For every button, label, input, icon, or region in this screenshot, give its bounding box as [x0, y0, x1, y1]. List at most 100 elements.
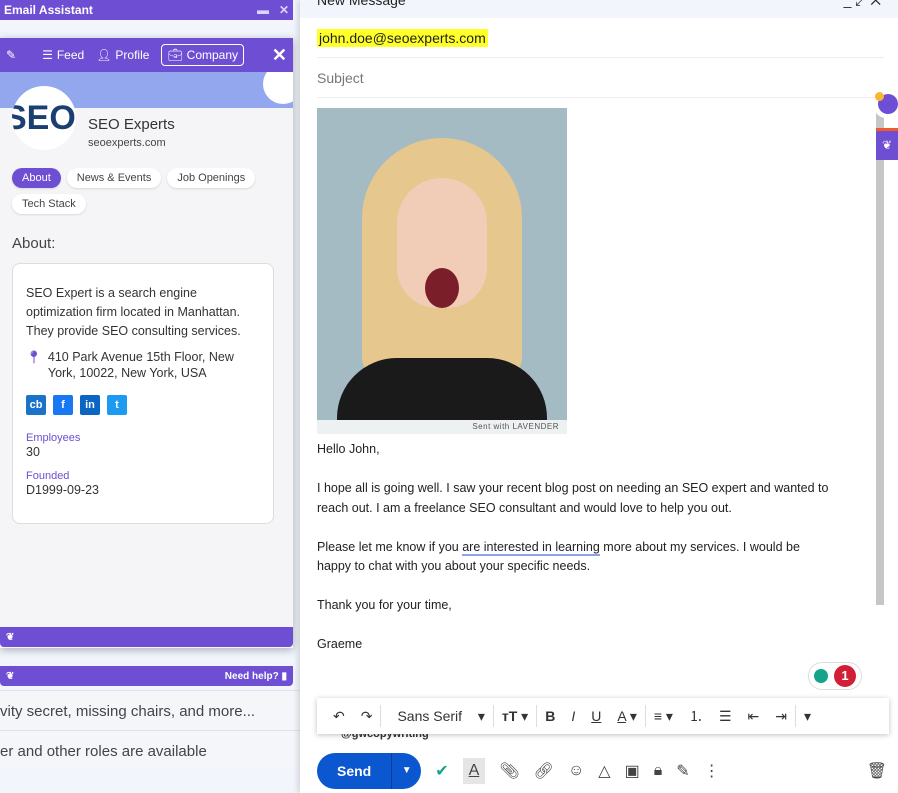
- font-label: Sans Serif: [397, 707, 463, 724]
- inbox-list: vity secret, missing chairs, and more...…: [0, 690, 300, 770]
- employees-value: 30: [26, 445, 40, 459]
- lavender-check-icon[interactable]: ✔: [435, 761, 448, 781]
- nav-profile-label: Profile: [115, 48, 150, 62]
- more-formatting-icon[interactable]: ▾: [796, 708, 819, 725]
- facebook-icon[interactable]: f: [53, 395, 73, 415]
- inbox-row[interactable]: er and other roles are available: [0, 730, 300, 770]
- underline-icon[interactable]: U: [583, 708, 609, 724]
- tab-news-events[interactable]: News & Events: [66, 168, 162, 188]
- confidential-lock-icon[interactable]: 🔒︎: [654, 762, 663, 780]
- lavender-side-icon[interactable]: ❦: [876, 128, 898, 160]
- bold-icon[interactable]: B: [537, 708, 563, 724]
- to-field[interactable]: john.doe@seoexperts.com: [317, 18, 884, 58]
- feed-icon: ☰: [42, 48, 53, 62]
- bulb-icon: [814, 669, 828, 683]
- lavender-logo-icon: ❦: [6, 631, 15, 643]
- company-domain[interactable]: seoexperts.com: [88, 137, 175, 149]
- contact-widget-icon[interactable]: [874, 92, 898, 118]
- twitter-icon[interactable]: t: [107, 395, 127, 415]
- drive-icon[interactable]: △: [598, 761, 610, 781]
- company-address: 410 Park Avenue 15th Floor, New York, 10…: [47, 350, 234, 380]
- assistant-title: Email Assistant: [4, 3, 93, 17]
- redo-icon[interactable]: ↷: [353, 708, 381, 725]
- briefcase-icon: 💼︎: [167, 48, 183, 62]
- grammarly-count: 1: [834, 665, 856, 687]
- text-color-icon[interactable]: A ▾: [609, 708, 645, 725]
- trash-icon[interactable]: 🗑︎: [867, 761, 887, 781]
- tab-tech-stack[interactable]: Tech Stack: [12, 194, 86, 214]
- send-button[interactable]: Send ▼: [317, 753, 422, 789]
- body-greeting: Hello John,: [317, 442, 380, 456]
- assistant-help-bar[interactable]: ❦ Need help? ▮: [0, 666, 293, 686]
- more-options-icon[interactable]: ⋮: [704, 761, 720, 781]
- compose-window: New Message _ ⤢ ✕ john.doe@seoexperts.com…: [300, 0, 898, 793]
- compose-header: New Message _ ⤢ ✕: [300, 0, 898, 18]
- linkedin-icon[interactable]: in: [80, 395, 100, 415]
- font-select[interactable]: Sans Serif ▾: [381, 708, 492, 725]
- attach-icon[interactable]: 📎︎: [499, 761, 519, 781]
- founded-value: D1999-09-23: [26, 483, 99, 497]
- undo-icon[interactable]: ↶: [325, 708, 353, 725]
- need-help-link[interactable]: Need help?: [225, 671, 279, 682]
- nav-company[interactable]: 💼︎ Company: [161, 44, 245, 66]
- lavender-logo-icon: ❦: [6, 670, 15, 682]
- close-icon[interactable]: ✕: [279, 3, 289, 17]
- assistant-titlebar: Email Assistant ▬ ✕: [0, 0, 293, 20]
- italic-icon[interactable]: I: [563, 708, 583, 724]
- indent-more-icon[interactable]: ⇥: [767, 708, 795, 725]
- compose-actions: Send ▼ ✔ A 📎︎ 🔗︎ ☺ △ ▣ 🔒︎ ✎ ⋮ 🗑︎: [317, 753, 887, 789]
- send-options-icon[interactable]: ▼: [391, 753, 421, 789]
- subject-input[interactable]: Subject: [317, 58, 884, 98]
- assistant-footer: ❦: [0, 627, 293, 647]
- bulleted-list-icon[interactable]: ☰: [711, 708, 740, 725]
- font-size-icon[interactable]: тT ▾: [494, 708, 536, 725]
- about-card: SEO Expert is a search engine optimizati…: [12, 263, 274, 524]
- person-icon: 👤︎: [96, 48, 112, 62]
- body-signature: Graeme: [317, 637, 363, 651]
- grammarly-widget[interactable]: 1: [808, 662, 862, 690]
- tab-job-openings[interactable]: Job Openings: [167, 168, 256, 188]
- indent-less-icon[interactable]: ⇤: [740, 708, 768, 725]
- nav-profile[interactable]: 👤︎ Profile: [96, 48, 149, 62]
- signature-pen-icon[interactable]: ✎: [676, 761, 689, 781]
- embedded-photo: Sent with LAVENDER: [317, 108, 567, 434]
- compose-title: New Message: [317, 0, 406, 8]
- body-paragraph: I hope all is going well. I saw your rec…: [317, 481, 829, 515]
- minimize-icon[interactable]: ▬: [257, 3, 269, 17]
- message-body[interactable]: Hello John, I hope all is going well. I …: [317, 440, 837, 674]
- company-description: SEO Expert is a search engine optimizati…: [26, 286, 241, 338]
- link-icon[interactable]: 🔗︎: [534, 761, 554, 781]
- close-panel-icon[interactable]: ✕: [272, 45, 287, 66]
- align-icon[interactable]: ≡ ▾: [646, 708, 681, 725]
- formatting-toggle-icon[interactable]: A: [462, 758, 486, 784]
- emoji-icon[interactable]: ☺: [568, 762, 584, 780]
- edit-icon[interactable]: ✎: [6, 48, 16, 62]
- window-controls-icon[interactable]: _ ⤢ ✕: [844, 0, 881, 18]
- nav-feed-label: Feed: [56, 48, 85, 62]
- assistant-nav: ✎ ☰ Feed 👤︎ Profile 💼︎ Company ✕: [0, 38, 293, 72]
- body-closing: Thank you for your time,: [317, 598, 452, 612]
- recipient[interactable]: john.doe@seoexperts.com: [317, 28, 488, 47]
- assistant-panel: ✎ ☰Feed 👤︎Profile 💼︎Company ✕ SEO E SEO …: [0, 38, 293, 648]
- company-name: SEO Experts: [88, 116, 175, 133]
- formatting-toolbar: ↶ ↷ Sans Serif ▾ тT ▾ B I U A ▾ ≡ ▾ ⒈ ☰ …: [317, 698, 889, 734]
- nav-feed[interactable]: ☰ Feed: [42, 48, 84, 62]
- inbox-row[interactable]: vity secret, missing chairs, and more...: [0, 690, 300, 730]
- photo-icon[interactable]: ▣: [625, 761, 640, 781]
- email-assistant: Email Assistant ▬ ✕ ✎ ☰ Feed 👤︎ Profile 💼︎ C…: [0, 0, 293, 690]
- company-logo: SEO E: [12, 86, 76, 150]
- image-caption: Sent with LAVENDER: [317, 420, 567, 434]
- employees-label: Employees: [26, 432, 81, 444]
- send-label: Send: [337, 763, 372, 779]
- tab-about[interactable]: About: [12, 168, 61, 188]
- grammar-suggestion[interactable]: are interested in learning: [462, 539, 600, 556]
- chat-icon: ▮: [281, 670, 287, 682]
- location-pin-icon: 📍︎: [26, 350, 42, 364]
- numbered-list-icon[interactable]: ⒈: [681, 706, 711, 726]
- scrollbar[interactable]: [876, 100, 884, 605]
- founded-label: Founded: [26, 470, 70, 482]
- body-text: Please let me know if you: [317, 539, 463, 554]
- about-heading: About:: [12, 235, 56, 252]
- nav-company-label: Company: [186, 48, 239, 62]
- crunchbase-icon[interactable]: cb: [26, 395, 46, 415]
